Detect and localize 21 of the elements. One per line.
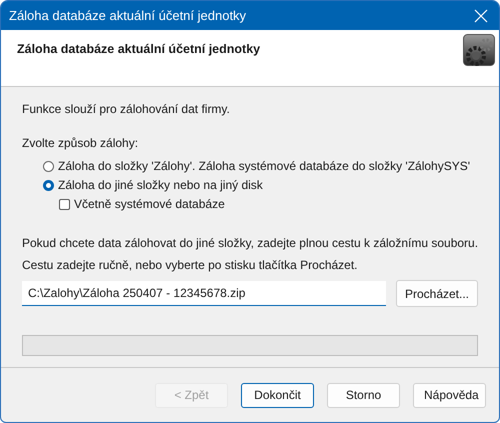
option-label: Záloha do jiné složky nebo na jiný disk: [58, 178, 263, 192]
window-title: Záloha databáze aktuální účetní jednotky: [9, 8, 246, 23]
path-hint-text: Pokud chcete data zálohovat do jiné složky, zadejte plnou cestu k záložnímu souboru.: [22, 236, 478, 250]
browse-button[interactable]: Procházet...: [396, 280, 478, 307]
include-system-option[interactable]: Včetně systémové databáze: [43, 197, 478, 211]
path-hint-text: Cestu zadejte ručně, nebo vyberte po stisku tlačítka Procházet.: [22, 258, 359, 272]
backup-mode-label: Zvolte způsob zálohy:: [22, 136, 140, 150]
dialog-button[interactable]: Dokončit: [241, 382, 314, 408]
backup-option[interactable]: Záloha do jiné složky nebo na jiný disk: [43, 178, 478, 192]
close-button[interactable]: [473, 8, 489, 24]
dialog-button[interactable]: Nápověda: [413, 382, 486, 408]
description-text: Funkce slouží pro zálohování dat firmy.: [22, 102, 231, 116]
header-title: Záloha databáze aktuální účetní jednotky: [17, 42, 260, 56]
path-field[interactable]: C:\Zalohy\Záloha 250407 - 12345678.zip: [22, 281, 386, 306]
checkbox[interactable]: [59, 198, 70, 210]
radio-button[interactable]: [43, 160, 54, 172]
dialog-button[interactable]: Storno: [327, 382, 400, 408]
checkbox-label: Včetně systémové databáze: [74, 197, 225, 211]
gears-icon: [463, 34, 495, 66]
close-icon: [473, 8, 489, 24]
radio-button[interactable]: [43, 180, 54, 190]
